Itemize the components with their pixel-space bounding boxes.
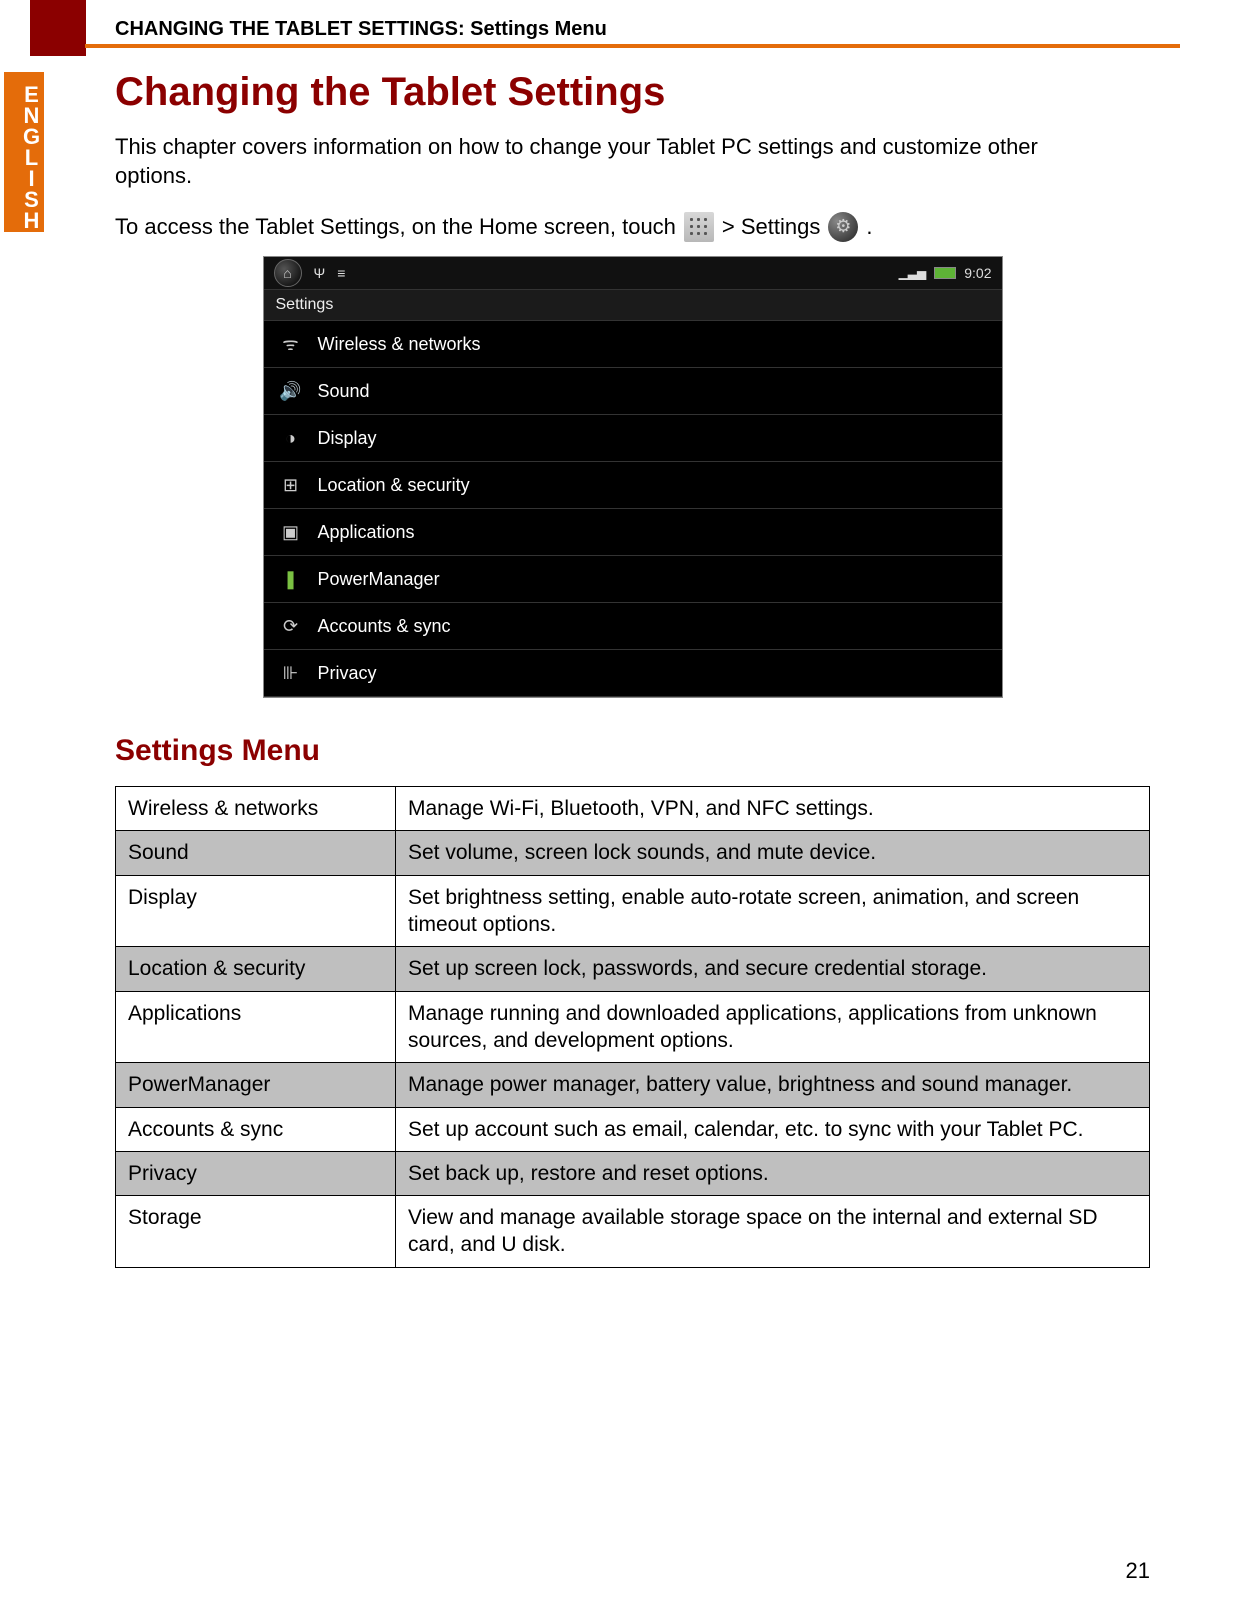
screenshot-menu-item: ᯤ Wireless & networks: [264, 321, 1002, 368]
language-tab: ENGLISH: [4, 72, 44, 232]
access-text-post: .: [866, 213, 872, 242]
setting-description: Set back up, restore and reset options.: [396, 1151, 1150, 1195]
setting-description: Set up account such as email, calendar, …: [396, 1107, 1150, 1151]
screenshot-menu-item: ⊪ Privacy: [264, 650, 1002, 697]
wifi-icon: ᯤ: [280, 333, 302, 355]
setting-name: Privacy: [116, 1151, 396, 1195]
screenshot-menu-label: Privacy: [318, 663, 377, 684]
screenshot-menu-item: ❚ PowerManager: [264, 556, 1002, 603]
usb-icon: Ψ: [314, 265, 326, 281]
setting-name: Storage: [116, 1196, 396, 1268]
setting-name: Wireless & networks: [116, 787, 396, 831]
screenshot-menu-label: Display: [318, 428, 377, 449]
setting-description: Set up screen lock, passwords, and secur…: [396, 947, 1150, 991]
debug-icon: ≡: [337, 265, 345, 281]
screenshot-menu-item: ◑ Display: [264, 415, 1002, 462]
screenshot-menu-label: Location & security: [318, 475, 470, 496]
table-row: DisplaySet brightness setting, enable au…: [116, 875, 1150, 947]
access-text-pre: To access the Tablet Settings, on the Ho…: [115, 213, 676, 242]
setting-name: PowerManager: [116, 1063, 396, 1107]
sound-icon: 🔊: [280, 380, 302, 402]
table-row: StorageView and manage available storage…: [116, 1196, 1150, 1268]
page-number: 21: [1126, 1558, 1150, 1584]
page-title: Changing the Tablet Settings: [115, 70, 1150, 115]
setting-description: View and manage available storage space …: [396, 1196, 1150, 1268]
table-row: PrivacySet back up, restore and reset op…: [116, 1151, 1150, 1195]
header-rule: [85, 44, 1180, 48]
apps-icon: ▣: [280, 521, 302, 543]
setting-description: Manage Wi-Fi, Bluetooth, VPN, and NFC se…: [396, 787, 1150, 831]
settings-menu-table: Wireless & networksManage Wi-Fi, Bluetoo…: [115, 786, 1150, 1268]
display-icon: ◑: [280, 427, 302, 449]
battery-icon: [934, 267, 956, 279]
status-bar: ⌂ Ψ ≡ ▁▃▅ 9:02: [264, 257, 1002, 289]
setting-name: Accounts & sync: [116, 1107, 396, 1151]
home-icon: ⌂: [274, 259, 302, 287]
power-icon: ❚: [280, 568, 302, 590]
sync-icon: ⟳: [280, 615, 302, 637]
setting-description: Set brightness setting, enable auto-rota…: [396, 875, 1150, 947]
table-row: Location & securitySet up screen lock, p…: [116, 947, 1150, 991]
privacy-icon: ⊪: [280, 662, 302, 684]
screenshot-menu-item: ⊞ Location & security: [264, 462, 1002, 509]
page-content: Changing the Tablet Settings This chapte…: [115, 70, 1150, 1268]
table-row: Wireless & networksManage Wi-Fi, Bluetoo…: [116, 787, 1150, 831]
screenshot-menu-item: ⟳ Accounts & sync: [264, 603, 1002, 650]
setting-name: Sound: [116, 831, 396, 875]
table-row: SoundSet volume, screen lock sounds, and…: [116, 831, 1150, 875]
wifi-signal-icon: ▁▃▅: [899, 266, 927, 280]
apps-grid-icon: [684, 212, 714, 242]
access-text-mid: > Settings: [722, 213, 820, 242]
subheading: Settings Menu: [115, 734, 1150, 768]
corner-ornament: [30, 0, 86, 56]
device-screenshot: ⌂ Ψ ≡ ▁▃▅ 9:02 Settings ᯤ Wireless & netw…: [263, 256, 1003, 698]
setting-description: Manage running and downloaded applicatio…: [396, 991, 1150, 1063]
setting-name: Display: [116, 875, 396, 947]
intro-paragraph: This chapter covers information on how t…: [115, 133, 1055, 190]
screenshot-menu-label: PowerManager: [318, 569, 440, 590]
settings-gear-icon: [828, 212, 858, 242]
setting-description: Set volume, screen lock sounds, and mute…: [396, 831, 1150, 875]
screenshot-menu-item: 🔊 Sound: [264, 368, 1002, 415]
location-icon: ⊞: [280, 474, 302, 496]
screenshot-menu-item: ▣ Applications: [264, 509, 1002, 556]
screenshot-menu-label: Wireless & networks: [318, 334, 481, 355]
access-instructions: To access the Tablet Settings, on the Ho…: [115, 212, 1150, 242]
table-row: PowerManagerManage power manager, batter…: [116, 1063, 1150, 1107]
setting-name: Applications: [116, 991, 396, 1063]
setting-name: Location & security: [116, 947, 396, 991]
setting-description: Manage power manager, battery value, bri…: [396, 1063, 1150, 1107]
table-row: ApplicationsManage running and downloade…: [116, 991, 1150, 1063]
running-header: CHANGING THE TABLET SETTINGS: Settings M…: [115, 18, 1180, 41]
status-clock: 9:02: [964, 265, 991, 281]
screenshot-menu-label: Accounts & sync: [318, 616, 451, 637]
screenshot-title: Settings: [264, 289, 1002, 321]
table-row: Accounts & syncSet up account such as em…: [116, 1107, 1150, 1151]
screenshot-menu-label: Applications: [318, 522, 415, 543]
screenshot-menu-label: Sound: [318, 381, 370, 402]
